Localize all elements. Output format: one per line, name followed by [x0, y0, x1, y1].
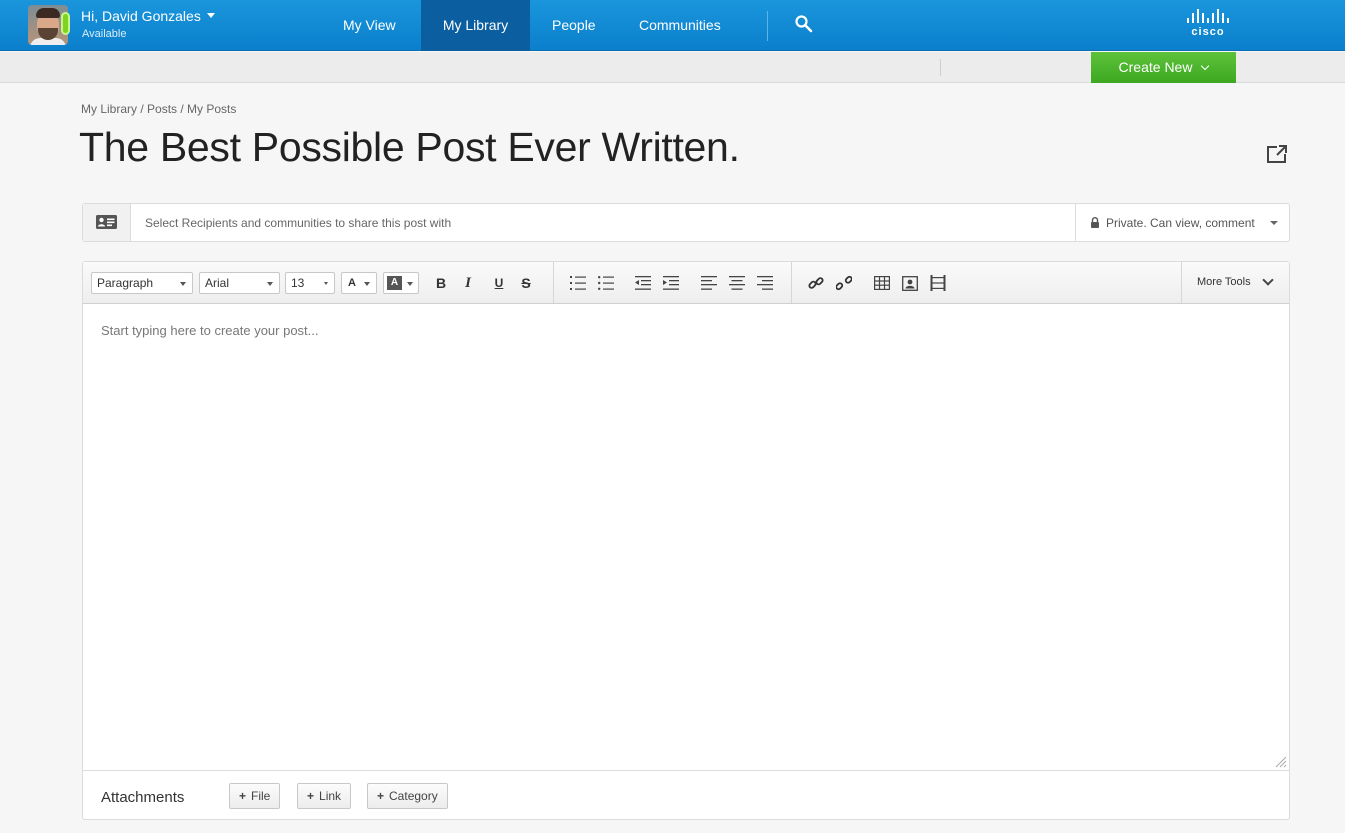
subbar-divider	[940, 59, 941, 76]
plus-icon: +	[307, 789, 315, 803]
add-category-label: Category	[389, 789, 438, 803]
unlink-button[interactable]	[834, 273, 854, 293]
align-right-icon	[757, 276, 773, 290]
bg-color-button[interactable]: A	[383, 272, 419, 294]
cisco-bars-icon	[1178, 9, 1238, 23]
font-size-value: 13	[291, 276, 305, 290]
post-body-placeholder: Start typing here to create your post...	[101, 323, 319, 338]
nav-my-library[interactable]: My Library	[421, 0, 530, 51]
more-tools-button[interactable]: More Tools	[1181, 262, 1289, 303]
cisco-wordmark: cisco	[1191, 26, 1225, 38]
align-center-button[interactable]	[727, 273, 747, 293]
unlink-icon	[836, 275, 852, 291]
privacy-dropdown[interactable]: Private. Can view, comment	[1075, 204, 1290, 241]
text-color-button[interactable]: A	[341, 272, 377, 294]
underline-button[interactable]: U	[489, 273, 509, 293]
indent-icon	[663, 276, 679, 290]
insert-table-button[interactable]	[872, 273, 892, 293]
block-format-value: Paragraph	[97, 276, 154, 290]
bg-color-label: A	[387, 276, 402, 290]
add-file-label: File	[251, 789, 271, 803]
align-center-icon	[729, 276, 745, 290]
recipients-bar: Select Recipients and communities to sha…	[82, 203, 1290, 242]
presence-indicator	[61, 12, 70, 35]
add-file-button[interactable]: + File	[229, 783, 281, 809]
font-size-select[interactable]: 13	[285, 272, 335, 294]
add-link-label: Link	[319, 789, 342, 803]
recipients-icon-box[interactable]	[83, 204, 131, 241]
resize-grip-icon[interactable]	[1273, 754, 1287, 768]
outdent-button[interactable]	[633, 273, 653, 293]
block-format-select[interactable]: Paragraph	[91, 272, 193, 294]
attachments-label: Attachments	[101, 789, 185, 806]
align-left-icon	[701, 276, 717, 290]
user-status: Available	[82, 28, 127, 40]
bullet-list-button[interactable]	[596, 273, 616, 293]
breadcrumb[interactable]: My Library / Posts / My Posts	[81, 102, 236, 116]
recipients-input[interactable]: Select Recipients and communities to sha…	[145, 216, 451, 230]
insert-video-button[interactable]	[928, 273, 948, 293]
numbered-list-icon	[570, 276, 586, 290]
link-icon	[808, 277, 824, 289]
bold-button[interactable]: B	[431, 273, 451, 293]
image-icon	[902, 275, 918, 291]
text-color-label: A	[348, 277, 356, 289]
add-category-button[interactable]: + Category	[367, 783, 448, 809]
font-family-value: Arial	[205, 276, 230, 290]
nav-communities[interactable]: Communities	[617, 0, 743, 51]
add-link-button[interactable]: + Link	[297, 783, 352, 809]
editor-toolbar: Paragraph Arial 13 A A B I U S More Tool…	[83, 262, 1289, 304]
contact-card-icon	[96, 215, 117, 229]
create-new-label: Create New	[1118, 59, 1193, 75]
align-left-button[interactable]	[699, 273, 719, 293]
indent-button[interactable]	[661, 273, 681, 293]
toolbar-divider	[553, 262, 554, 303]
page-title: The Best Possible Post Ever Written.	[79, 124, 740, 170]
table-icon	[874, 276, 890, 290]
privacy-label: Private. Can view, comment	[1106, 216, 1255, 230]
insert-link-button[interactable]	[806, 273, 826, 293]
chevron-down-icon	[206, 13, 215, 18]
plus-icon: +	[377, 789, 385, 803]
bullet-list-icon	[598, 276, 614, 290]
more-tools-label: More Tools	[1197, 276, 1251, 288]
cisco-logo: cisco	[1178, 9, 1238, 41]
align-right-button[interactable]	[755, 273, 775, 293]
chevron-down-icon	[1262, 274, 1274, 286]
nav-my-view[interactable]: My View	[321, 0, 418, 51]
attachments-bar: Attachments + File + Link + Category	[83, 770, 1289, 819]
search-icon[interactable]	[794, 14, 814, 34]
create-new-button[interactable]: Create New	[1091, 52, 1236, 83]
user-greeting: Hi, David Gonzales	[81, 8, 201, 24]
popout-icon[interactable]	[1265, 143, 1289, 165]
plus-icon: +	[239, 789, 247, 803]
italic-button[interactable]: I	[458, 273, 478, 293]
film-icon	[930, 275, 946, 291]
numbered-list-button[interactable]	[568, 273, 588, 293]
top-nav-bar: Hi, David Gonzales Available My View My …	[0, 0, 1345, 51]
font-family-select[interactable]: Arial	[199, 272, 280, 294]
caret-down-icon	[1270, 221, 1278, 225]
nav-people[interactable]: People	[530, 0, 618, 51]
nav-divider	[767, 11, 768, 41]
post-editor: Paragraph Arial 13 A A B I U S More Tool…	[82, 261, 1290, 820]
lock-icon	[1091, 217, 1099, 228]
strikethrough-button[interactable]: S	[516, 273, 536, 293]
post-body-textarea[interactable]: Start typing here to create your post...	[83, 304, 1289, 770]
insert-image-button[interactable]	[900, 273, 920, 293]
outdent-icon	[635, 276, 651, 290]
user-menu[interactable]: Hi, David Gonzales	[81, 8, 215, 24]
toolbar-divider	[791, 262, 792, 303]
chevron-down-icon	[1201, 61, 1210, 71]
